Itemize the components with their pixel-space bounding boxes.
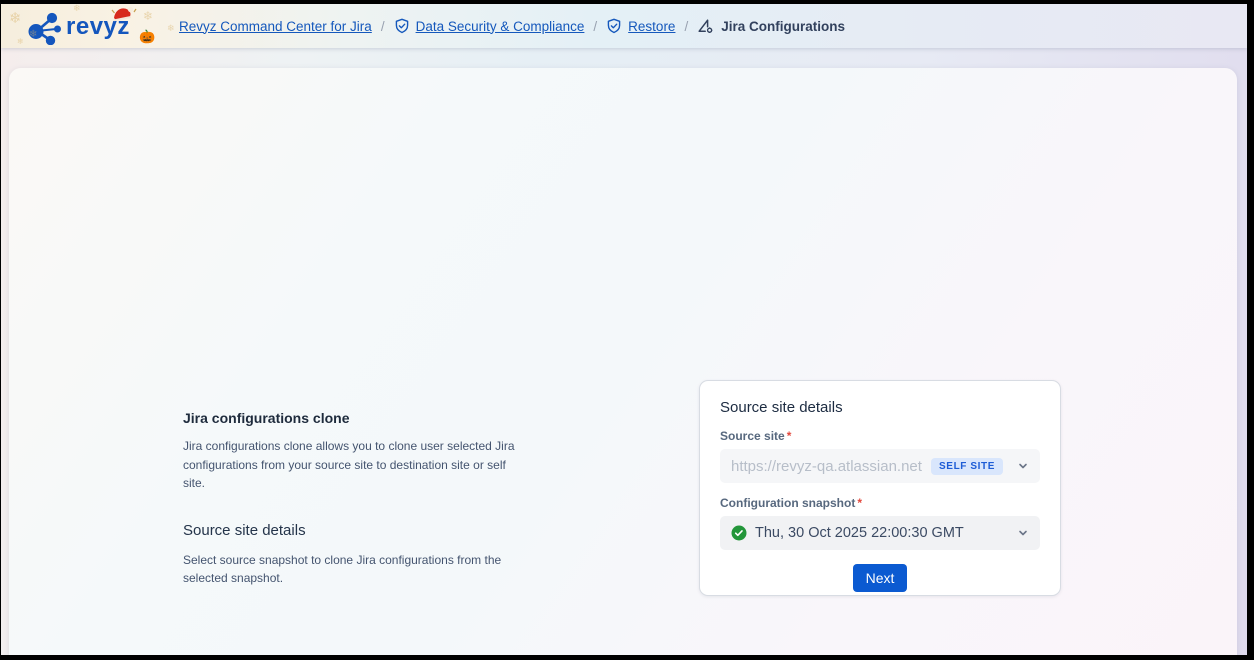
intro-section: Jira configurations clone Jira configura… (183, 410, 531, 588)
pumpkin-icon: 🎃 (139, 29, 155, 45)
section-title: Source site details (183, 522, 531, 539)
source-site-details-card: Source site details Source site* https:/… (699, 380, 1061, 596)
breadcrumb-separator: / (381, 19, 385, 34)
snapshot-value: Thu, 30 Oct 2025 22:00:30 GMT (755, 525, 1017, 541)
next-button[interactable]: Next (853, 564, 908, 592)
source-site-value: https://revyz-qa.atlassian.net (731, 458, 931, 475)
configuration-snapshot-label-text: Configuration snapshot (720, 496, 855, 510)
breadcrumb-link-command-center[interactable]: Revyz Command Center for Jira (179, 19, 372, 34)
snowflake-icon: ❄ (143, 9, 153, 23)
breadcrumb-link-restore[interactable]: Restore (628, 19, 675, 34)
check-circle-icon (731, 525, 747, 541)
breadcrumb-current-page: Jira Configurations (721, 19, 845, 34)
source-site-select[interactable]: https://revyz-qa.atlassian.net SELF SITE (720, 449, 1040, 483)
chevron-down-icon (1017, 527, 1029, 539)
snowflake-icon: ❄ (17, 37, 24, 46)
breadcrumb-separator: / (684, 19, 688, 34)
breadcrumb: Revyz Command Center for Jira / Data Sec… (179, 18, 845, 34)
card-title: Source site details (720, 399, 1040, 416)
required-asterisk: * (787, 429, 792, 443)
self-site-badge: SELF SITE (931, 458, 1003, 475)
content-panel: Jira configurations clone Jira configura… (9, 68, 1237, 655)
page-title: Jira configurations clone (183, 410, 531, 426)
source-site-label: Source site* (720, 429, 1040, 443)
snapshot-select[interactable]: Thu, 30 Oct 2025 22:00:30 GMT (720, 516, 1040, 550)
section-description: Select source snapshot to clone Jira con… (183, 551, 531, 588)
snowflake-icon: ❄ (9, 9, 22, 27)
revyz-molecule-icon (25, 9, 63, 45)
breadcrumb-separator: / (593, 19, 597, 34)
snowflake-icon: ❄ (167, 23, 175, 34)
source-site-label-text: Source site (720, 429, 785, 443)
screen: ❄ ❄ ❄ ❄ ❄ ❄ (0, 0, 1254, 660)
shield-check-icon (394, 18, 410, 34)
button-row: Next (720, 564, 1040, 592)
required-asterisk: * (857, 496, 862, 510)
page-description: Jira configurations clone allows you to … (183, 437, 531, 493)
breadcrumb-link-data-security[interactable]: Data Security & Compliance (416, 19, 585, 34)
revyz-logo[interactable]: ❄ ❄ ❄ ❄ ❄ ❄ (25, 7, 130, 47)
app-viewport: ❄ ❄ ❄ ❄ ❄ ❄ (1, 4, 1247, 655)
shield-check-icon (606, 18, 622, 34)
chevron-down-icon (1017, 460, 1029, 472)
santa-hat-icon (109, 4, 137, 27)
configurations-icon (697, 18, 715, 34)
top-bar: ❄ ❄ ❄ ❄ ❄ ❄ (1, 4, 1247, 48)
configuration-snapshot-label: Configuration snapshot* (720, 496, 1040, 510)
page-background: Jira configurations clone Jira configura… (1, 48, 1247, 655)
